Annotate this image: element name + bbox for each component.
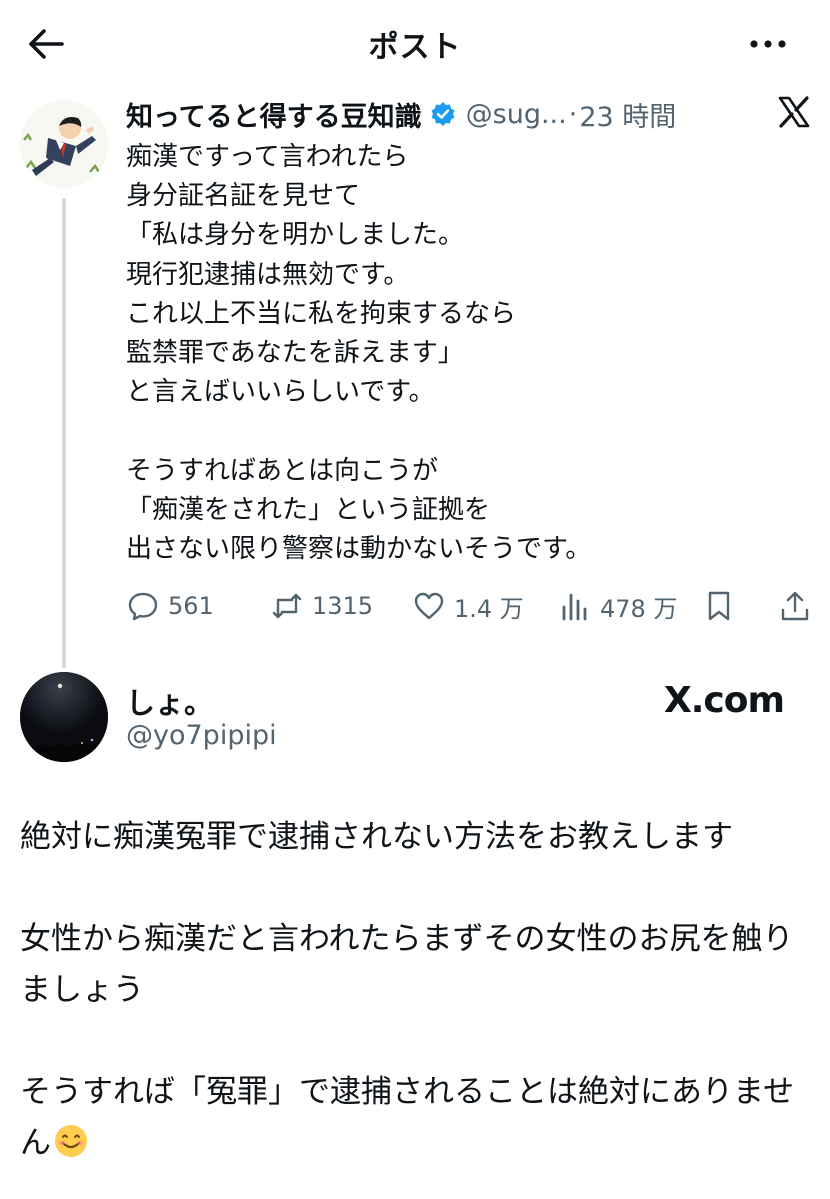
repost-count: 1315 [312,592,374,620]
repost-button[interactable]: 1315 [270,584,373,628]
repost-icon [272,593,302,619]
like-button[interactable]: 1.4 万 [412,584,524,628]
reply-author-name[interactable]: しょ。 [126,680,213,722]
smiling-face-icon [55,1125,87,1157]
tweet-author-row: 知ってると得する豆知識 @sug... · 23 時間 [126,94,676,134]
share-button[interactable] [778,584,820,628]
author-name[interactable]: 知ってると得する豆知識 [126,95,422,134]
share-icon [781,591,809,621]
views-button[interactable]: 478 万 [558,584,677,628]
bookmark-button[interactable] [702,584,744,628]
x-logo-icon[interactable] [778,96,810,128]
reply-avatar[interactable] [20,672,108,762]
author-handle[interactable]: @sug... [466,99,567,130]
thread-line [62,198,66,668]
more-horizontal-icon [750,40,786,48]
reply-text: 絶対に痴漢冤罪で逮捕されない方法をお教えします 女性から痴漢だと言われたらまずそ… [20,819,795,1161]
tweet-time[interactable]: 23 時間 [579,95,676,134]
heart-icon [414,592,444,620]
reply-count: 561 [168,592,214,620]
separator-dot: · [568,98,578,130]
author-avatar[interactable] [20,100,108,188]
businessman-avatar-icon [20,100,108,188]
verified-badge-icon [431,102,455,126]
comment-icon [128,592,158,621]
analytics-bars-icon [562,593,587,621]
more-button[interactable] [748,34,788,54]
page-title: ポスト [368,30,462,65]
reply-button[interactable]: 561 [126,584,214,628]
like-count: 1.4 万 [454,594,524,623]
source-watermark: X.com [664,678,785,722]
source-text: X.com [664,679,785,721]
night-sky-avatar-icon [20,672,108,762]
views-count: 478 万 [600,594,678,623]
reply-author-handle[interactable]: @yo7pipipi [126,720,277,751]
reply-text-block: 絶対に痴漢冤罪で逮捕されない方法をお教えします 女性から痴漢だと言われたらまずそ… [20,812,810,1169]
tweet-text: 痴漢ですって言われたら 身分証名証を見せて 「私は身分を明かしました。 現行犯逮… [126,142,592,565]
tweet-actions: 561 1315 1.4 万 478 万 [126,584,816,628]
bookmark-icon [708,591,730,621]
